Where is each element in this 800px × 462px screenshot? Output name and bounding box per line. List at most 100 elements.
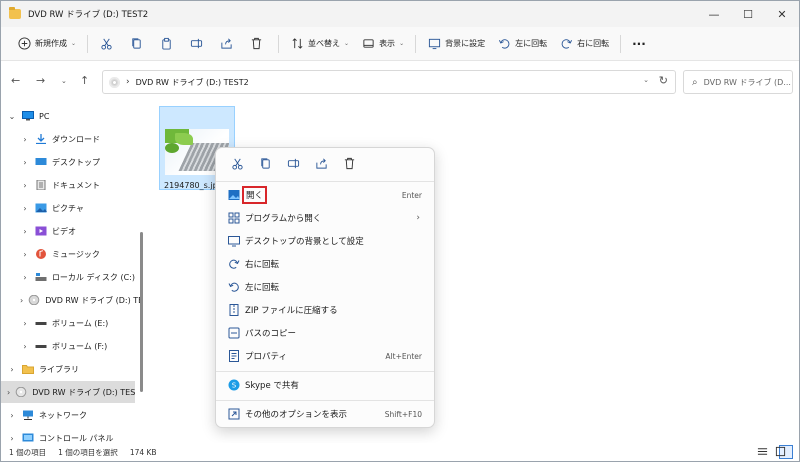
- share-action[interactable]: [307, 152, 335, 176]
- sidebar-item-label: PC: [39, 111, 50, 121]
- expand-chevron-icon[interactable]: ›: [20, 135, 30, 144]
- menu-item-rotate-right[interactable]: 右に回転: [220, 253, 430, 275]
- expand-chevron-icon[interactable]: ›: [20, 319, 30, 328]
- delete-button[interactable]: [243, 31, 273, 57]
- sidebar-item-label: ダウンロード: [52, 134, 100, 144]
- refresh-icon[interactable]: ↻: [659, 74, 668, 87]
- sort-icon: [290, 37, 304, 51]
- expand-chevron-icon[interactable]: ›: [7, 434, 17, 443]
- sidebar-item-label: ローカル ディスク (C:): [51, 272, 135, 282]
- clipboard-icon: [159, 37, 173, 51]
- forward-arrow-icon[interactable]: →: [36, 74, 45, 87]
- menu-item-more-options[interactable]: その他のオプションを表示 Shift+F10: [220, 403, 430, 425]
- rotate-right-button[interactable]: 右に回転: [553, 31, 615, 57]
- menu-item-set-desktop-background[interactable]: デスクトップの背景として設定: [220, 230, 430, 252]
- expand-chevron-icon[interactable]: ›: [20, 204, 30, 213]
- sidebar-item-downloads[interactable]: › ダウンロード: [1, 128, 135, 150]
- expand-chevron-icon[interactable]: ›: [20, 296, 23, 305]
- share-button[interactable]: [213, 31, 243, 57]
- menu-item-share-skype[interactable]: S Skype で共有: [220, 374, 430, 396]
- sidebar-item-pc[interactable]: ⌄ PC: [1, 105, 135, 127]
- expand-chevron-icon[interactable]: ›: [7, 411, 17, 420]
- search-box[interactable]: ⌕ DVD RW ドライブ (D...: [683, 70, 793, 94]
- trash-icon: [249, 37, 263, 51]
- paste-button[interactable]: [153, 31, 183, 57]
- sidebar-item-control-panel[interactable]: › コントロール パネル: [1, 427, 135, 443]
- minimize-button[interactable]: —: [697, 1, 731, 27]
- delete-action[interactable]: [335, 152, 363, 176]
- sidebar-item-label: コントロール パネル: [39, 433, 114, 443]
- expand-chevron-icon[interactable]: ›: [20, 158, 30, 167]
- sidebar-item-local-disk[interactable]: › ローカル ディスク (C:): [1, 266, 135, 288]
- more-options-button[interactable]: ···: [626, 31, 652, 57]
- sidebar-item-desktop[interactable]: › デスクトップ: [1, 151, 135, 173]
- share-icon: [219, 37, 233, 51]
- menu-divider: [216, 181, 434, 182]
- menu-item-label: Skype で共有: [245, 381, 299, 391]
- shortcut-text: Alt+Enter: [385, 351, 422, 361]
- copy-button[interactable]: [123, 31, 153, 57]
- sidebar-item-volume-f[interactable]: › ボリューム (F:): [1, 335, 135, 357]
- menu-item-copy-path[interactable]: パスのコピー: [220, 322, 430, 344]
- cut-action[interactable]: [223, 152, 251, 176]
- details-view-button[interactable]: [757, 445, 775, 459]
- rename-button[interactable]: [183, 31, 213, 57]
- item-count: 1 個の項目: [9, 447, 47, 457]
- menu-item-open-with[interactable]: プログラムから開く ›: [220, 207, 430, 229]
- explorer-window: DVD RW ドライブ (D:) TEST2 — ☐ ✕ 新規作成 ⌄ 並べ替え…: [0, 0, 800, 462]
- breadcrumb-separator: ›: [126, 77, 130, 87]
- expand-chevron-icon[interactable]: ›: [20, 227, 30, 236]
- share-icon: [315, 157, 328, 172]
- sort-button[interactable]: 並べ替え ⌄: [284, 31, 355, 57]
- menu-item-open[interactable]: 開く Enter: [220, 184, 430, 206]
- view-button[interactable]: 表示 ⌄: [355, 31, 410, 57]
- maximize-button[interactable]: ☐: [731, 1, 765, 27]
- set-background-button[interactable]: 背景に設定: [421, 31, 491, 57]
- chevron-down-icon: ⌄: [399, 40, 405, 47]
- sidebar-item-dvd-drive[interactable]: › DVD RW ドライブ (D:) TE: [1, 289, 143, 311]
- sidebar-item-pictures[interactable]: › ピクチャ: [1, 197, 135, 219]
- file-name: 2194780_s.jpg: [164, 181, 223, 190]
- address-dropdown-icon[interactable]: ⌄: [643, 76, 649, 84]
- sidebar-item-network[interactable]: › ネットワーク: [1, 404, 135, 426]
- more-options-icon: [228, 408, 240, 420]
- expand-chevron-icon[interactable]: ›: [7, 388, 10, 397]
- sidebar-item-music[interactable]: › ミュージック: [1, 243, 135, 265]
- expand-chevron-icon[interactable]: ⌄: [7, 112, 17, 121]
- sidebar-item-label: DVD RW ドライブ (D:) TES: [32, 387, 136, 397]
- recent-chevron-icon[interactable]: ⌄: [61, 77, 67, 85]
- expand-chevron-icon[interactable]: ›: [20, 250, 30, 259]
- large-icons-view-button[interactable]: [775, 445, 793, 459]
- menu-item-properties[interactable]: プロパティ Alt+Enter: [220, 345, 430, 367]
- menu-item-rotate-left[interactable]: 左に回転: [220, 276, 430, 298]
- sidebar-item-libraries[interactable]: › ライブラリ: [1, 358, 135, 380]
- new-button[interactable]: 新規作成 ⌄: [11, 31, 82, 57]
- sidebar-item-videos[interactable]: › ビデオ: [1, 220, 135, 242]
- chevron-down-icon: ⌄: [344, 40, 350, 47]
- cut-button[interactable]: [93, 31, 123, 57]
- plus-circle-icon: [17, 37, 31, 51]
- menu-item-label: その他のオプションを表示: [245, 410, 348, 420]
- window-title: DVD RW ドライブ (D:) TEST2: [28, 10, 149, 20]
- back-arrow-icon[interactable]: ←: [11, 74, 20, 87]
- expand-chevron-icon[interactable]: ›: [20, 181, 30, 190]
- expand-chevron-icon[interactable]: ›: [20, 273, 30, 282]
- rename-action[interactable]: [279, 152, 307, 176]
- close-button[interactable]: ✕: [765, 1, 799, 27]
- breadcrumb-path[interactable]: DVD RW ドライブ (D:) TEST2: [136, 77, 249, 88]
- sidebar-scrollbar[interactable]: [140, 232, 143, 392]
- shortcut-text: Enter: [401, 190, 422, 200]
- copy-action[interactable]: [251, 152, 279, 176]
- sidebar-item-documents[interactable]: › ドキュメント: [1, 174, 135, 196]
- expand-chevron-icon[interactable]: ›: [20, 342, 30, 351]
- menu-item-compress-zip[interactable]: ZIP ファイルに圧縮する: [220, 299, 430, 321]
- document-icon: [35, 180, 47, 190]
- menu-item-label: 左に回転: [245, 283, 280, 293]
- rotate-left-button[interactable]: 左に回転: [491, 31, 553, 57]
- sidebar-item-volume-e[interactable]: › ボリューム (E:): [1, 312, 135, 334]
- sidebar-item-dvd-drive-root[interactable]: › DVD RW ドライブ (D:) TES: [1, 381, 135, 403]
- address-bar[interactable]: › DVD RW ドライブ (D:) TEST2 ⌄ ↻: [102, 70, 676, 94]
- up-arrow-icon[interactable]: ↑: [80, 74, 89, 87]
- wallpaper-icon: [427, 37, 441, 51]
- expand-chevron-icon[interactable]: ›: [7, 365, 17, 374]
